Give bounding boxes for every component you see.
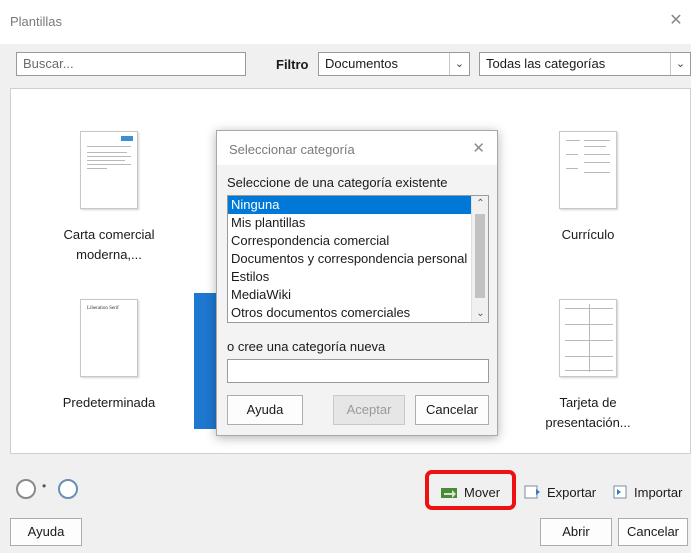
- open-button[interactable]: Abrir: [540, 518, 612, 546]
- globe-icon[interactable]: [58, 479, 78, 499]
- template-name: Carta comercial: [63, 227, 155, 242]
- dialog-help-button[interactable]: Ayuda: [227, 395, 303, 425]
- template-carta-comercial[interactable]: Carta comercial moderna,...: [51, 131, 167, 265]
- category-filter-value: Todas las categorías: [486, 56, 606, 71]
- cancel-button[interactable]: Cancelar: [618, 518, 688, 546]
- filter-bar: Buscar... Filtro Documentos ⌄ Todas las …: [0, 44, 691, 86]
- existing-category-label: Seleccione de una categoría existente: [227, 175, 448, 190]
- export-icon: [524, 485, 540, 499]
- new-category-label: o cree una categoría nueva: [227, 339, 386, 354]
- dialog-cancel-button[interactable]: Cancelar: [415, 395, 489, 425]
- template-curriculo[interactable]: Currículo: [523, 131, 653, 245]
- template-name: moderna,...: [76, 247, 142, 262]
- template-name: Predeterminada: [62, 395, 156, 410]
- chevron-down-icon: ⌄: [670, 53, 690, 75]
- import-button[interactable]: Importar: [610, 478, 682, 506]
- category-list-item[interactable]: Correspondencia comercial: [228, 232, 488, 250]
- dialog-title: Seleccionar categoría: [229, 142, 355, 157]
- dialog-titlebar: Seleccionar categoría ✕: [217, 131, 497, 165]
- category-list-scrollbar[interactable]: ⌃ ⌄: [471, 196, 488, 322]
- type-filter-select[interactable]: Documentos ⌄: [318, 52, 470, 76]
- import-label: Importar: [634, 484, 683, 500]
- category-filter-select[interactable]: Todas las categorías ⌄: [479, 52, 691, 76]
- template-thumbnail: [559, 131, 617, 209]
- category-list-item[interactable]: Mis plantillas: [228, 214, 488, 232]
- category-list-item[interactable]: Otros documentos comerciales: [228, 304, 488, 322]
- category-list-item[interactable]: Documentos y correspondencia personal: [228, 250, 488, 268]
- category-list-item[interactable]: MediaWiki: [228, 286, 488, 304]
- category-list-item[interactable]: Estilos: [228, 268, 488, 286]
- template-name: presentación...: [545, 415, 631, 430]
- move-highlight: [425, 470, 516, 510]
- template-tarjeta-presentacion[interactable]: Tarjeta de presentación...: [523, 299, 653, 433]
- window-title: Plantillas: [10, 14, 63, 29]
- import-icon: [611, 485, 627, 499]
- settings-icon[interactable]: [16, 479, 36, 499]
- type-filter-value: Documentos: [325, 56, 398, 71]
- dropdown-dot-icon[interactable]: •: [42, 479, 46, 493]
- category-list[interactable]: Ninguna Mis plantillas Correspondencia com…: [227, 195, 489, 323]
- select-category-dialog: Seleccionar categoría ✕ Seleccione de un…: [216, 130, 498, 436]
- scroll-up-icon[interactable]: ⌃: [472, 196, 488, 212]
- chevron-down-icon: ⌄: [449, 53, 469, 75]
- scroll-down-icon[interactable]: ⌄: [472, 306, 488, 322]
- template-predeterminada[interactable]: Liberation Serif Predeterminada: [51, 299, 167, 413]
- template-thumbnail: [559, 299, 617, 377]
- dialog-accept-button[interactable]: Aceptar: [333, 395, 405, 425]
- export-label: Exportar: [547, 484, 597, 500]
- templates-window: Plantillas ✕ Buscar... Filtro Documentos…: [0, 0, 691, 553]
- category-list-item[interactable]: Ninguna: [228, 196, 488, 214]
- close-icon[interactable]: ✕: [472, 139, 485, 157]
- help-button[interactable]: Ayuda: [10, 518, 82, 546]
- template-name: Tarjeta de: [559, 395, 617, 410]
- titlebar: Plantillas ✕: [0, 0, 691, 44]
- template-name: Currículo: [561, 227, 615, 242]
- thumbnail-text: Liberation Serif: [87, 306, 119, 311]
- template-thumbnail: Liberation Serif: [80, 299, 138, 377]
- export-button[interactable]: Exportar: [523, 478, 596, 506]
- new-category-input[interactable]: [227, 359, 489, 383]
- template-thumbnail: [80, 131, 138, 209]
- search-input[interactable]: Buscar...: [16, 52, 246, 76]
- close-icon[interactable]: ✕: [667, 12, 685, 30]
- filter-label: Filtro: [276, 57, 309, 72]
- scrollbar-thumb[interactable]: [475, 214, 485, 298]
